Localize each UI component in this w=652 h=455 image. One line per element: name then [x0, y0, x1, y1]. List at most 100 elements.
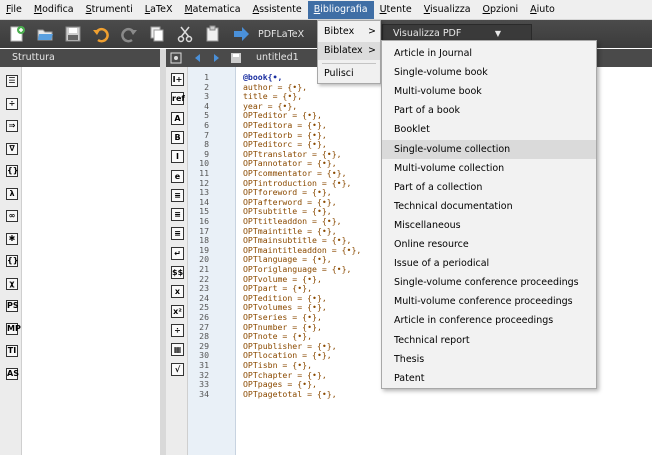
code-line[interactable]: OPTpages = {•},: [243, 379, 317, 389]
menu-item-single-volume-collection[interactable]: Single-volume collection: [382, 139, 596, 159]
chi-icon[interactable]: χ: [6, 277, 18, 290]
fraction-icon[interactable]: ÷: [6, 97, 18, 110]
layout-icon[interactable]: I+: [171, 73, 184, 86]
code-line[interactable]: OPTchapter = {•},: [243, 370, 327, 380]
mp-icon[interactable]: MP: [6, 322, 21, 335]
code-line[interactable]: OPTisbn = {•},: [243, 360, 312, 370]
code-line[interactable]: @book{•,: [243, 72, 282, 82]
menu-item-issue-of-a-periodical[interactable]: Issue of a periodical: [382, 254, 596, 273]
menu-visualizza[interactable]: Visualizza: [418, 1, 477, 19]
open-file-icon[interactable]: [34, 23, 56, 45]
as-icon[interactable]: AS: [6, 367, 19, 380]
code-line[interactable]: OPTvolumes = {•},: [243, 302, 327, 312]
code-line[interactable]: OPTforeword = {•},: [243, 187, 332, 197]
menu-aiuto[interactable]: Aiuto: [524, 1, 561, 19]
menu-item-single-volume-book[interactable]: Single-volume book: [382, 63, 596, 82]
lambda-icon[interactable]: λ: [6, 187, 18, 200]
menu-item-technical-documentation[interactable]: Technical documentation: [382, 197, 596, 216]
menu-item-miscellaneous[interactable]: Miscellaneous: [382, 216, 596, 235]
sqrt-icon[interactable]: ▦: [171, 343, 184, 357]
arrow-left-icon[interactable]: [192, 52, 204, 64]
sup-icon[interactable]: x²: [171, 304, 184, 318]
ref-icon[interactable]: ref: [171, 92, 185, 106]
tab-untitled1[interactable]: untitled1: [256, 49, 299, 67]
newline-icon[interactable]: ↵: [171, 246, 184, 260]
compile-label[interactable]: PDFLaTeX: [258, 29, 304, 40]
menu-item-biblatex[interactable]: Biblatex >: [318, 42, 380, 60]
align-center-icon[interactable]: ≡: [171, 208, 184, 222]
menu-utente[interactable]: Utente: [374, 1, 418, 19]
redo-icon[interactable]: [118, 23, 140, 45]
code-line[interactable]: OPTsubtitle = {•},: [243, 206, 332, 216]
code-line[interactable]: OPTedition = {•},: [243, 293, 327, 303]
code-line[interactable]: OPTeditorc = {•},: [243, 139, 327, 149]
code-line[interactable]: OPTpublisher = {•},: [243, 341, 337, 351]
menu-item-online-resource[interactable]: Online resource: [382, 235, 596, 254]
menu-item-patent[interactable]: Patent: [382, 369, 596, 388]
arrow-right-icon[interactable]: [210, 52, 222, 64]
compile-arrow-icon[interactable]: [230, 23, 252, 45]
cut-icon[interactable]: [174, 23, 196, 45]
align-right-icon[interactable]: ≡: [171, 227, 184, 241]
code-line[interactable]: OPTafterword = {•},: [243, 197, 337, 207]
menu-strumenti[interactable]: Strumenti: [80, 1, 139, 19]
code-line[interactable]: title = {•},: [243, 91, 302, 101]
menu-item-single-volume-conference-proceedings[interactable]: Single-volume conference proceedings: [382, 273, 596, 292]
bracket-icon[interactable]: √: [171, 362, 184, 376]
code-line[interactable]: OPTpart = {•},: [243, 283, 312, 293]
nabla-icon[interactable]: ∇: [6, 142, 18, 155]
menu-item-article-in-conference-proceedings[interactable]: Article in conference proceedings: [382, 311, 596, 330]
structure-toggle-icon[interactable]: [170, 52, 182, 64]
code-line[interactable]: year = {•},: [243, 101, 297, 111]
code-line[interactable]: OPTeditora = {•},: [243, 120, 327, 130]
undo-icon[interactable]: [90, 23, 112, 45]
menu-item-article-in-journal[interactable]: Article in Journal: [382, 44, 596, 63]
menu-opzioni[interactable]: Opzioni: [477, 1, 525, 19]
code-line[interactable]: OPToriglanguage = {•},: [243, 264, 351, 274]
menu-item-bibtex[interactable]: Bibtex >: [318, 23, 380, 41]
menu-assistente[interactable]: Assistente: [247, 1, 308, 19]
copy-icon[interactable]: [146, 23, 168, 45]
code-line[interactable]: OPTannotator = {•},: [243, 158, 337, 168]
menu-item-multi-volume-collection[interactable]: Multi-volume collection: [382, 159, 596, 178]
arrow-icon[interactable]: ⇒: [6, 120, 18, 132]
sub-icon[interactable]: x: [171, 285, 184, 299]
infinity-icon[interactable]: ∞: [6, 210, 18, 222]
code-line[interactable]: OPTseries = {•},: [243, 312, 322, 322]
ps-icon[interactable]: PS: [6, 300, 19, 312]
menu-item-multi-volume-book[interactable]: Multi-volume book: [382, 82, 596, 101]
menu-latex[interactable]: LaTeX: [139, 1, 179, 19]
brace-group-icon[interactable]: {}: [6, 255, 18, 267]
code-line[interactable]: OPTmainsubtitle = {•},: [243, 235, 351, 245]
menu-item-thesis[interactable]: Thesis: [382, 350, 596, 369]
menu-matematica[interactable]: Matematica: [178, 1, 246, 19]
frac-icon[interactable]: ÷: [171, 323, 184, 337]
code-line[interactable]: OPTcommentator = {•},: [243, 168, 347, 178]
structure-tree[interactable]: [22, 67, 160, 455]
code-line[interactable]: OPTtranslator = {•},: [243, 149, 342, 159]
menu-file[interactable]: File: [0, 1, 28, 19]
new-file-icon[interactable]: [6, 23, 28, 45]
emph-icon[interactable]: e: [171, 169, 184, 183]
menu-modifica[interactable]: Modifica: [28, 1, 80, 19]
code-line[interactable]: author = {•},: [243, 82, 307, 92]
save-icon[interactable]: [62, 23, 84, 45]
code-line[interactable]: OPTnote = {•},: [243, 331, 312, 341]
menu-item-clear[interactable]: Pulisci: [318, 65, 380, 83]
code-line[interactable]: OPTlocation = {•},: [243, 350, 332, 360]
code-line[interactable]: OPTeditor = {•},: [243, 110, 322, 120]
code-line[interactable]: OPTlanguage = {•},: [243, 254, 332, 264]
code-line[interactable]: OPTmaintitle = {•},: [243, 226, 337, 236]
list-icon[interactable]: ☰: [6, 75, 18, 87]
star-icon[interactable]: ✱: [6, 232, 18, 245]
code-line[interactable]: OPTnumber = {•},: [243, 322, 322, 332]
menu-bibliografia[interactable]: Bibliografia: [307, 0, 374, 19]
code-line[interactable]: OPTvolume = {•},: [243, 274, 322, 284]
code-line[interactable]: OPTmaintitleaddon = {•},: [243, 245, 361, 255]
paste-icon[interactable]: [202, 23, 224, 45]
menu-item-technical-report[interactable]: Technical report: [382, 331, 596, 350]
align-left-icon[interactable]: ≡: [171, 188, 184, 202]
ti-icon[interactable]: TI: [6, 345, 18, 357]
menu-item-part-of-a-book[interactable]: Part of a book: [382, 101, 596, 120]
code-line[interactable]: OPTpagetotal = {•},: [243, 389, 337, 399]
